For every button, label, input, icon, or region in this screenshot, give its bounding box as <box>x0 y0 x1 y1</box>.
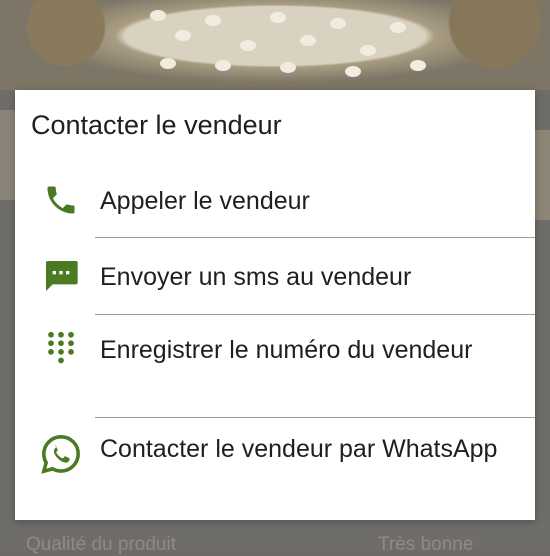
product-quality-label: Qualité du produit <box>26 534 176 555</box>
sms-seller-label: Envoyer un sms au vendeur <box>100 263 412 291</box>
background-photo-edge <box>0 110 15 200</box>
contact-seller-dialog: Contacter le vendeur Appeler le vendeur … <box>15 90 535 520</box>
phone-icon <box>39 178 83 222</box>
whatsapp-seller-label: Contacter le vendeur par WhatsApp <box>100 435 498 463</box>
product-quality-row: Qualité du produit Très bonne <box>0 530 550 555</box>
call-seller-label: Appeler le vendeur <box>100 187 310 215</box>
whatsapp-icon <box>39 432 83 476</box>
whatsapp-seller-option[interactable]: Contacter le vendeur par WhatsApp <box>15 418 535 520</box>
dialog-title: Contacter le vendeur <box>31 110 282 140</box>
save-number-option[interactable]: Enregistrer le numéro du vendeur <box>15 315 535 417</box>
product-photo <box>0 0 550 90</box>
background-photo-edge <box>534 130 550 220</box>
call-seller-option[interactable]: Appeler le vendeur <box>15 174 535 238</box>
sms-seller-option[interactable]: Envoyer un sms au vendeur <box>15 238 535 314</box>
product-quality-value: Très bonne <box>378 534 474 555</box>
save-number-label: Enregistrer le numéro du vendeur <box>100 336 473 364</box>
dialpad-icon <box>39 327 83 371</box>
sms-icon <box>39 254 83 298</box>
